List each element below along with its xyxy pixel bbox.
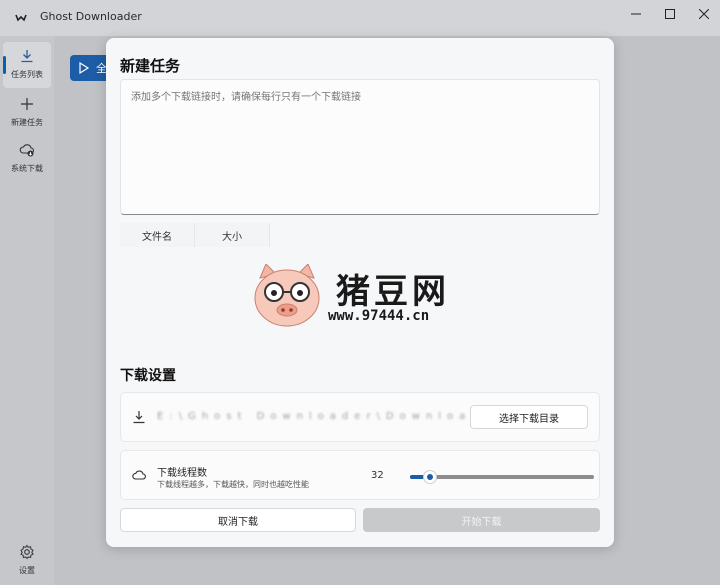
download-settings-title: 下载设置 (120, 368, 176, 384)
maximize-button[interactable] (652, 0, 688, 28)
download-icon (21, 50, 33, 63)
watermark-text: 猪豆网 (336, 272, 450, 312)
choose-directory-button[interactable]: 选择下载目录 (470, 405, 588, 429)
start-all-button[interactable]: 全 (70, 55, 110, 81)
download-directory-path: E:\Ghost Downloader\Downloads (157, 411, 495, 422)
dialog-title: 新建任务 (120, 57, 181, 75)
url-input[interactable] (120, 79, 600, 215)
cancel-download-button[interactable]: 取消下载 (120, 508, 356, 532)
watermark: 猪豆网 www.97444.cn (252, 260, 472, 330)
app-title: Ghost Downloader (40, 10, 142, 23)
sidebar-item-system-download[interactable]: 系统下载 (3, 136, 51, 182)
column-header-filename[interactable]: 文件名 (120, 223, 195, 247)
play-icon (79, 62, 90, 74)
slider-handle[interactable] (423, 470, 438, 484)
cloud-icon (132, 470, 146, 480)
ghost-logo-icon (15, 14, 27, 22)
cloud-download-icon (19, 144, 35, 157)
watermark-url: www.97444.cn (328, 308, 430, 324)
title-bar: Ghost Downloader (0, 0, 720, 36)
file-table-header: 文件名 大小 (120, 223, 270, 247)
sidebar-item-label: 系统下载 (11, 164, 43, 173)
pig-logo-icon (254, 264, 320, 327)
new-task-dialog: 新建任务 文件名 大小 猪豆网 www.97444.cn 下载设置 E:\Gho… (106, 38, 614, 547)
start-download-button[interactable]: 开始下载 (363, 508, 600, 532)
plus-icon (21, 98, 33, 110)
close-icon (699, 9, 709, 19)
column-header-size[interactable]: 大小 (195, 223, 270, 247)
sidebar-item-label: 新建任务 (11, 118, 43, 127)
close-button[interactable] (686, 0, 720, 28)
minimize-icon (631, 13, 641, 15)
sidebar-item-label: 设置 (19, 566, 35, 575)
sidebar: 任务列表 新建任务 系统下载 设置 (0, 36, 54, 585)
threads-value: 32 (371, 470, 384, 481)
sidebar-item-label: 任务列表 (11, 70, 43, 79)
download-directory-card: E:\Ghost Downloader\Downloads 选择下载目录 (120, 392, 600, 442)
download-icon (133, 411, 145, 424)
threads-slider[interactable] (410, 470, 594, 484)
threads-description: 下载线程越多，下载越快，同时也越吃性能 (157, 480, 309, 489)
sidebar-item-settings[interactable]: 设置 (3, 538, 51, 584)
maximize-icon (665, 9, 675, 19)
sidebar-item-task-list[interactable]: 任务列表 (3, 42, 51, 88)
sidebar-item-new-task[interactable]: 新建任务 (3, 90, 51, 136)
gear-icon (20, 544, 34, 560)
download-threads-card: 下载线程数 下载线程越多，下载越快，同时也越吃性能 32 (120, 450, 600, 500)
minimize-button[interactable] (618, 0, 654, 28)
active-indicator (3, 56, 6, 74)
threads-title: 下载线程数 (157, 468, 207, 479)
